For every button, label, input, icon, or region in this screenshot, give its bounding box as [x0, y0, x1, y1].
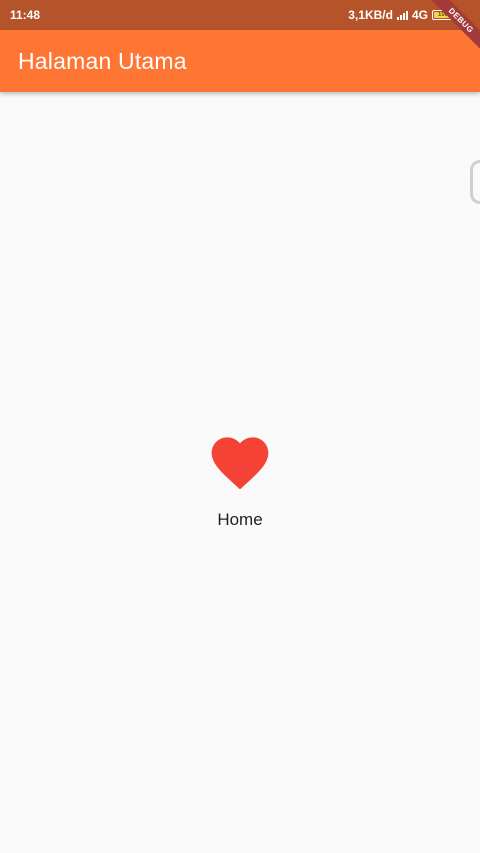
status-bar: 11:48 3,1KB/d 4G 100 — [0, 0, 480, 30]
app-screen: 11:48 3,1KB/d 4G 100 DEBUG Halaman Utama… — [0, 0, 480, 853]
network-speed: 3,1KB/d — [348, 8, 393, 22]
heart-icon — [211, 437, 269, 490]
page-title: Halaman Utama — [18, 47, 187, 74]
home-label: Home — [217, 510, 263, 529]
edge-swipe-handle[interactable] — [470, 160, 480, 204]
home-content: Home — [0, 428, 480, 530]
status-time: 11:48 — [10, 8, 41, 22]
app-bar: Halaman Utama — [0, 30, 480, 92]
status-indicators: 3,1KB/d 4G 100 — [348, 8, 454, 22]
signal-icon — [396, 10, 408, 20]
network-type: 4G — [411, 8, 428, 22]
